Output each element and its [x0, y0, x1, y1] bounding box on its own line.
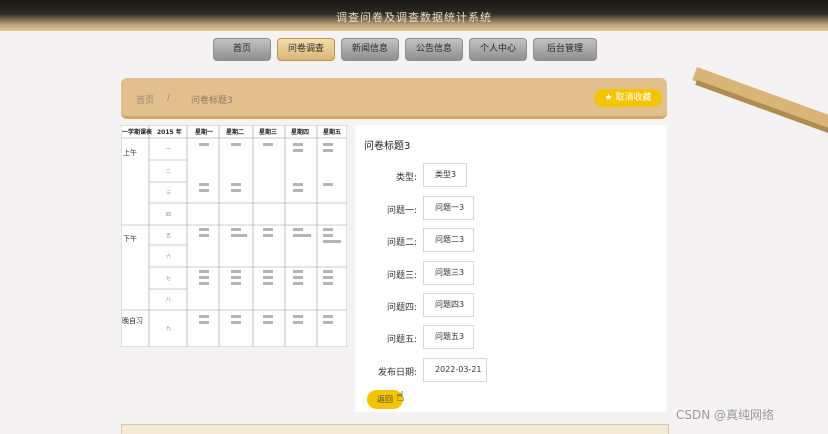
schedule-row-6: 六	[166, 253, 171, 260]
star-icon: ★	[604, 93, 613, 103]
schedule-header-6: 星期五	[323, 128, 341, 136]
breadcrumb-home[interactable]: 首页	[136, 93, 154, 106]
schedule-cell-marks	[199, 143, 341, 324]
question2-value: 问题二3	[423, 228, 474, 252]
publish-date-label: 发布日期:	[377, 368, 417, 378]
type-value: 类型3	[423, 163, 467, 187]
question3-value: 问题三3	[423, 261, 474, 285]
schedule-row-8: 八	[166, 297, 171, 303]
schedule-row-7: 七	[166, 275, 171, 282]
unfavorite-button[interactable]: ★ 取消收藏	[594, 89, 662, 107]
site-title: 调查问卷及调查数据统计系统	[336, 11, 492, 24]
survey-detail-card: 问卷标题3 类型: 类型3 问题一: 问题一3 问题二: 问题二3 问题三: 问…	[355, 125, 667, 412]
schedule-period-evening: 晚自习	[122, 316, 143, 325]
nav-home[interactable]: 首页	[213, 38, 271, 61]
publish-date-value: 2022-03-21	[423, 358, 487, 382]
schedule-row-4: 四	[166, 212, 171, 218]
top-header: 调查问卷及调查数据统计系统	[0, 0, 828, 31]
hand-cursor-icon: ☝	[396, 389, 405, 405]
nav-notice[interactable]: 公告信息	[405, 38, 463, 61]
schedule-row-3: 三	[166, 190, 171, 196]
schedule-header-2: 星期一	[195, 128, 213, 136]
survey-image-card: 一学期课表 2015 年 星期一 星期二 星期三 星期四 星期五 上午 下午 晚…	[121, 125, 347, 347]
schedule-row-1: 一	[166, 147, 171, 153]
question1-label: 问题一:	[386, 206, 417, 216]
schedule-row-2: 二	[166, 169, 171, 175]
breadcrumb: 首页 / 问卷标题3 ★ 取消收藏	[121, 78, 667, 119]
nav-admin[interactable]: 后台管理	[533, 38, 597, 61]
nav-profile[interactable]: 个人中心	[469, 38, 527, 61]
breadcrumb-current: 问卷标题3	[191, 96, 233, 106]
schedule-row-5: 五	[166, 233, 171, 239]
question4-value: 问题四3	[423, 293, 474, 317]
main-nav: 首页 问卷调查 新闻信息 公告信息 个人中心 后台管理	[213, 38, 597, 61]
schedule-header-0: 一学期课表	[122, 128, 153, 136]
nav-news[interactable]: 新闻信息	[341, 38, 399, 61]
schedule-period-morning: 上午	[123, 148, 137, 157]
schedule-image: 一学期课表 2015 年 星期一 星期二 星期三 星期四 星期五 上午 下午 晚…	[121, 125, 347, 347]
question2-label: 问题二:	[386, 238, 417, 248]
question5-value: 问题五3	[423, 325, 474, 349]
unfavorite-label: 取消收藏	[615, 93, 652, 103]
schedule-header-4: 星期三	[259, 128, 277, 136]
breadcrumb-separator: /	[167, 93, 171, 103]
schedule-header-1: 2015 年	[157, 128, 182, 136]
schedule-row-9: 九	[166, 325, 171, 332]
schedule-period-afternoon: 下午	[123, 234, 137, 243]
type-label: 类型:	[395, 173, 417, 183]
question1-value: 问题一3	[423, 196, 474, 220]
question3-label: 问题三:	[386, 271, 417, 281]
schedule-header-3: 星期二	[226, 128, 244, 136]
nav-survey[interactable]: 问卷调查	[277, 38, 335, 61]
question4-label: 问题四:	[386, 303, 417, 313]
question5-label: 问题五:	[386, 335, 417, 345]
schedule-header-5: 星期四	[291, 128, 309, 136]
survey-title: 问卷标题3	[364, 141, 411, 152]
watermark: CSDN @真纯网络	[676, 408, 775, 422]
